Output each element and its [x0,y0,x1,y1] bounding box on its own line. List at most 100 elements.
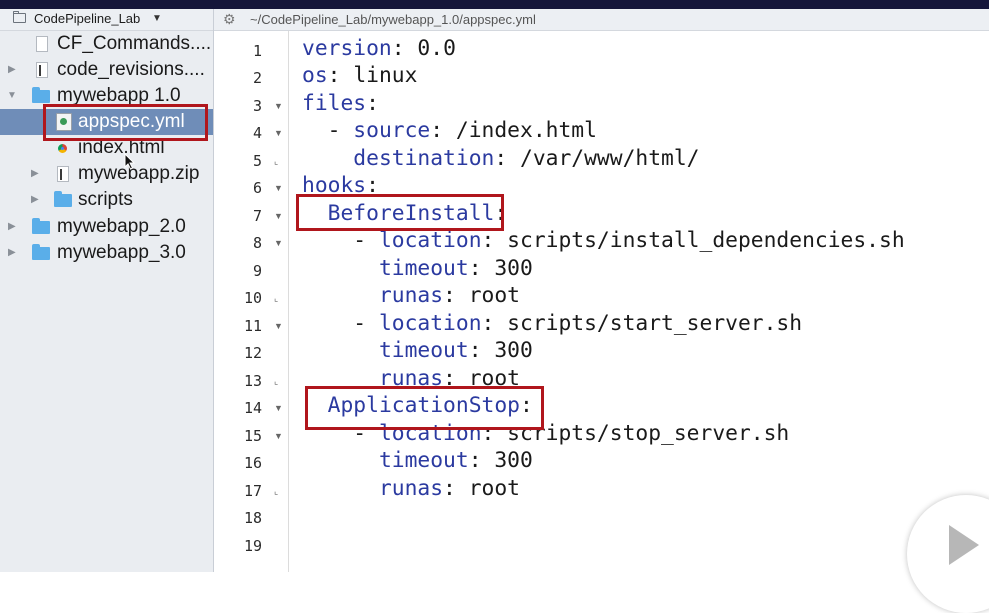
fold-arrow-icon[interactable]: ▼ [274,426,283,446]
code-line[interactable]: timeout: 300 [302,255,533,282]
yaml-key: timeout [378,448,469,473]
fold-end-icon[interactable]: ⌞ [274,371,278,391]
yaml-key: BeforeInstall [327,201,495,226]
tree-item-mywebapp-1[interactable]: ▼ mywebapp 1.0 [0,83,213,109]
line-number: 1 [252,42,262,60]
fold-arrow-icon[interactable]: ▼ [274,123,283,143]
yaml-value: /index.html [455,118,597,143]
folder-icon [54,191,72,209]
code-line[interactable]: runas: root [302,282,520,309]
line-number: 4 [252,124,262,142]
yaml-value: root [468,476,520,501]
tree-item-scripts[interactable]: ▶ scripts [0,187,213,213]
project-title: CodePipeline_Lab [34,11,141,26]
line-number-gutter: 1 2 3 ▼ 4 ▼ 5 ⌞ 6 ▼ 7 ▼ 8 ▼ 9 10 ⌞ 11 ▼ … [214,31,289,572]
tree-item-label: mywebapp.zip [78,163,200,184]
code-line[interactable]: timeout: 300 [302,447,533,474]
expand-arrow-icon[interactable]: ▶ [8,64,16,75]
line-number: 8 [252,234,262,252]
yaml-key: ApplicationStop [327,393,520,418]
yaml-value: 0.0 [417,36,456,61]
folder-icon [32,244,50,262]
line-number: 15 [243,427,262,445]
yaml-value: 300 [494,338,533,363]
mouse-cursor-icon [124,153,136,170]
line-number: 16 [243,454,262,472]
expand-arrow-icon[interactable]: ▶ [8,247,16,258]
line-number: 3 [252,97,262,115]
line-number: 11 [243,317,262,335]
code-editor[interactable]: version: 0.0 os: linux files: - source: … [302,31,989,572]
fold-end-icon[interactable]: ⌞ [274,288,278,308]
project-sidebar: CodePipeline_Lab ▼ CF_Commands.... ▶ cod… [0,9,214,572]
line-number: 19 [243,537,262,555]
yaml-key: destination [353,146,495,171]
tree-item-mywebapp-3[interactable]: ▶ mywebapp_3.0 [0,240,213,266]
tree-item-code-revisions[interactable]: ▶ code_revisions.... [0,57,213,83]
yml-file-icon [55,113,73,131]
yaml-key: location [378,311,482,336]
code-line[interactable]: runas: root [302,475,520,502]
chevron-down-icon[interactable]: ▼ [152,13,162,24]
code-line[interactable]: destination: /var/www/html/ [302,145,700,172]
yaml-value: scripts/install_dependencies.sh [507,228,905,253]
collapse-arrow-icon[interactable]: ▼ [7,90,17,101]
chrome-html-icon [53,139,71,157]
code-line[interactable]: hooks: [302,172,379,199]
yaml-key: location [378,228,482,253]
code-line[interactable]: - location: scripts/stop_server.sh [302,420,789,447]
code-line[interactable]: runas: root [302,365,520,392]
yaml-value: /var/www/html/ [520,146,700,171]
fold-arrow-icon[interactable]: ▼ [274,398,283,418]
code-line[interactable]: ApplicationStop: [302,392,533,419]
fold-arrow-icon[interactable]: ▼ [274,316,283,336]
tree-item-mywebapp-2[interactable]: ▶ mywebapp_2.0 [0,214,213,240]
expand-arrow-icon[interactable]: ▶ [31,168,39,179]
editor-tab-bar: ⚙ ~/CodePipeline_Lab/mywebapp_1.0/appspe… [214,9,989,31]
tree-item-cf-commands[interactable]: CF_Commands.... [0,31,213,57]
yaml-value: root [468,366,520,391]
tree-item-label: CF_Commands.... [57,33,212,54]
line-number: 12 [243,344,262,362]
fold-end-icon[interactable]: ⌞ [274,481,278,501]
tree-item-appspec[interactable]: appspec.yml [0,109,213,135]
gear-icon[interactable]: ⚙ [223,9,236,29]
file-icon [33,35,51,53]
tree-item-mywebapp-zip[interactable]: ▶ mywebapp.zip [0,161,213,187]
code-line[interactable]: - location: scripts/start_server.sh [302,310,802,337]
fold-end-icon[interactable]: ⌞ [274,151,278,171]
yaml-value: root [468,283,520,308]
yaml-value: 300 [494,256,533,281]
code-line[interactable]: version: 0.0 [302,35,456,62]
tree-item-index-html[interactable]: index.html [0,135,213,161]
yaml-key: timeout [378,338,469,363]
line-number: 14 [243,399,262,417]
line-number: 9 [252,262,262,280]
code-line[interactable]: BeforeInstall: [302,200,508,227]
fold-arrow-icon[interactable]: ▼ [274,206,283,226]
expand-arrow-icon[interactable]: ▶ [31,194,39,205]
code-line[interactable]: files: [302,90,379,117]
yaml-value: scripts/stop_server.sh [507,421,790,446]
yaml-key: hooks [302,173,367,198]
code-line[interactable]: - location: scripts/install_dependencies… [302,227,905,254]
project-header[interactable]: CodePipeline_Lab ▼ [0,9,213,31]
code-line[interactable]: os: linux [302,62,417,89]
line-number: 13 [243,372,262,390]
folder-icon [32,218,50,236]
fold-arrow-icon[interactable]: ▼ [274,233,283,253]
expand-arrow-icon[interactable]: ▶ [8,221,16,232]
fold-arrow-icon[interactable]: ▼ [274,96,283,116]
yaml-key: runas [378,283,444,308]
tree-item-label: mywebapp 1.0 [57,85,181,106]
code-line[interactable]: - source: /index.html [302,117,597,144]
file-path: ~/CodePipeline_Lab/mywebapp_1.0/appspec.… [250,12,536,27]
fold-arrow-icon[interactable]: ▼ [274,178,283,198]
yaml-value: scripts/start_server.sh [507,311,803,336]
code-line[interactable]: timeout: 300 [302,337,533,364]
folder-icon [32,87,50,105]
line-number: 18 [243,509,262,527]
yaml-key: source [353,118,431,143]
yaml-key: runas [378,476,444,501]
line-number: 2 [252,69,262,87]
